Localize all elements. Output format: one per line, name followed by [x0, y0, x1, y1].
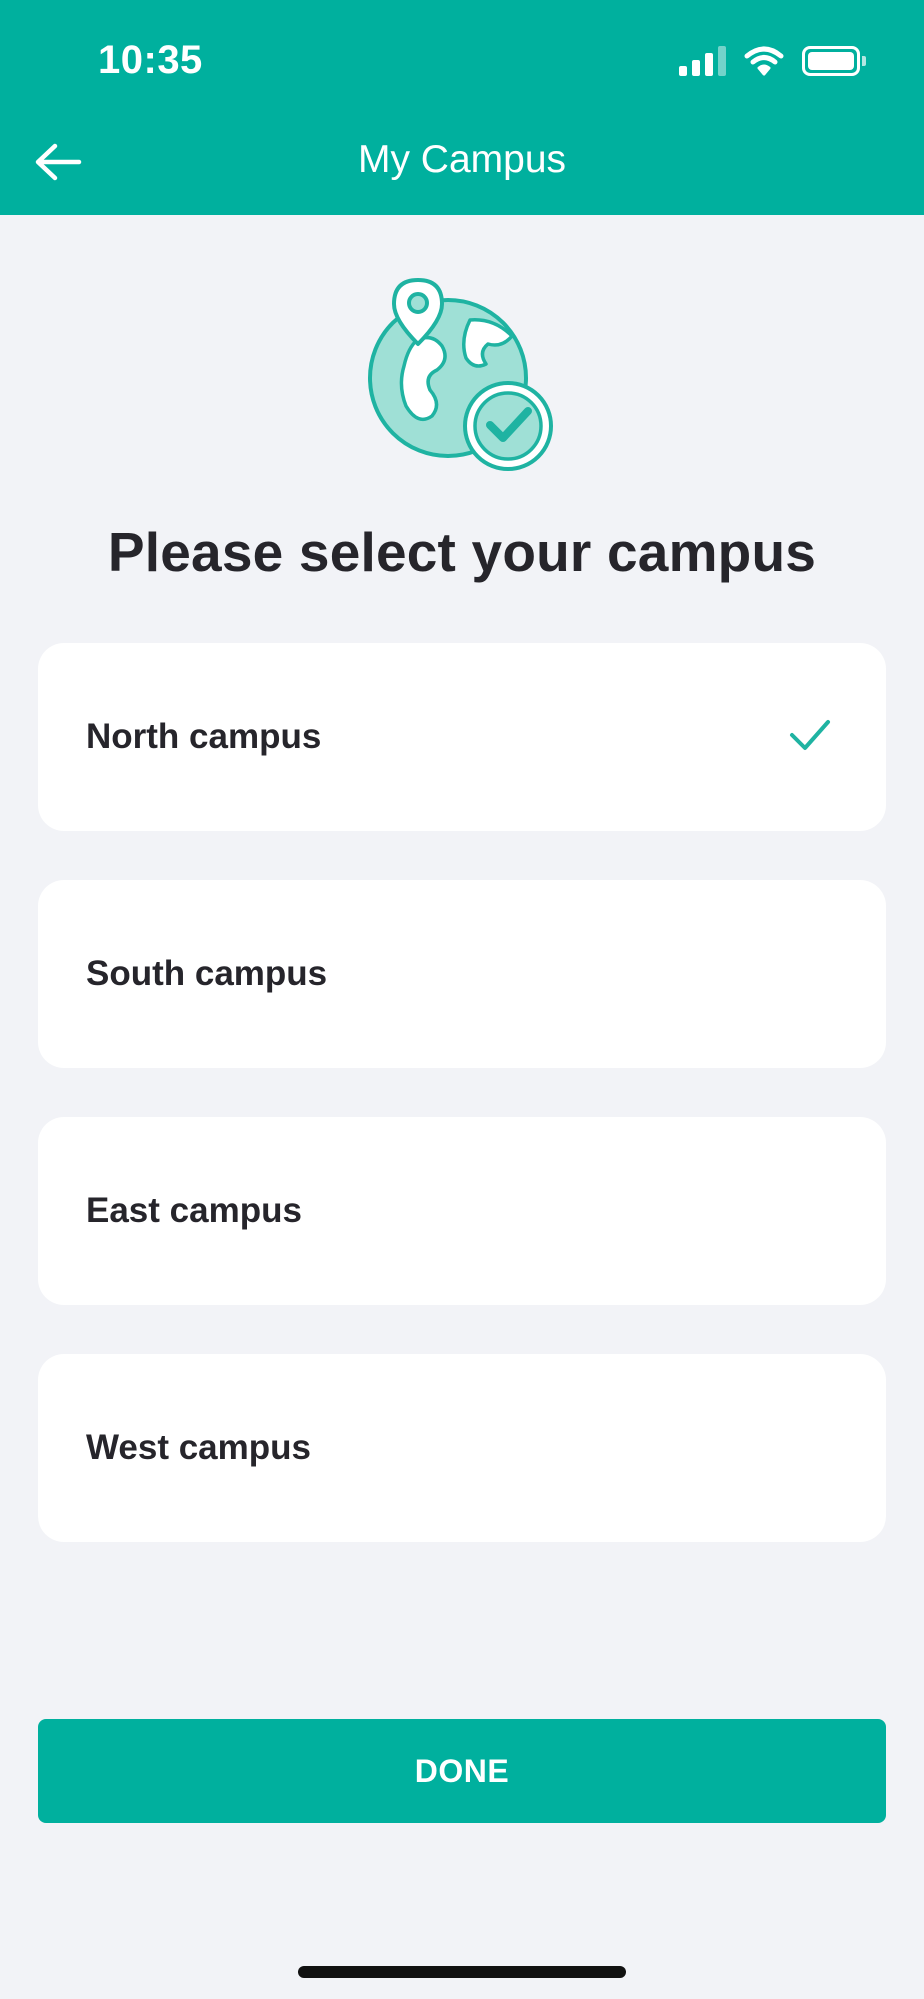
- globe-location-check-icon: [368, 278, 553, 471]
- page-title: Please select your campus: [107, 521, 817, 583]
- app-screen: 10:35 My Campus Please select your campu…: [0, 0, 924, 1999]
- campus-option-label: East campus: [86, 1191, 302, 1230]
- home-indicator: [298, 1966, 626, 1978]
- status-icons: [679, 44, 866, 78]
- app-header: 10:35 My Campus: [0, 0, 924, 215]
- campus-option-north[interactable]: North campus: [38, 643, 886, 831]
- campus-option-label: South campus: [86, 954, 328, 993]
- battery-icon: [802, 46, 866, 76]
- nav-title: My Campus: [357, 138, 567, 181]
- campus-option-label: West campus: [86, 1428, 311, 1467]
- wifi-icon: [744, 46, 784, 76]
- status-time: 10:35: [98, 38, 203, 82]
- campus-option-west[interactable]: West campus: [38, 1354, 886, 1542]
- campus-option-east[interactable]: East campus: [38, 1117, 886, 1305]
- signal-icon: [679, 46, 726, 76]
- campus-option-label: North campus: [86, 717, 322, 756]
- done-button[interactable]: DONE: [38, 1719, 886, 1823]
- check-icon: [790, 720, 830, 750]
- campus-option-south[interactable]: South campus: [38, 880, 886, 1068]
